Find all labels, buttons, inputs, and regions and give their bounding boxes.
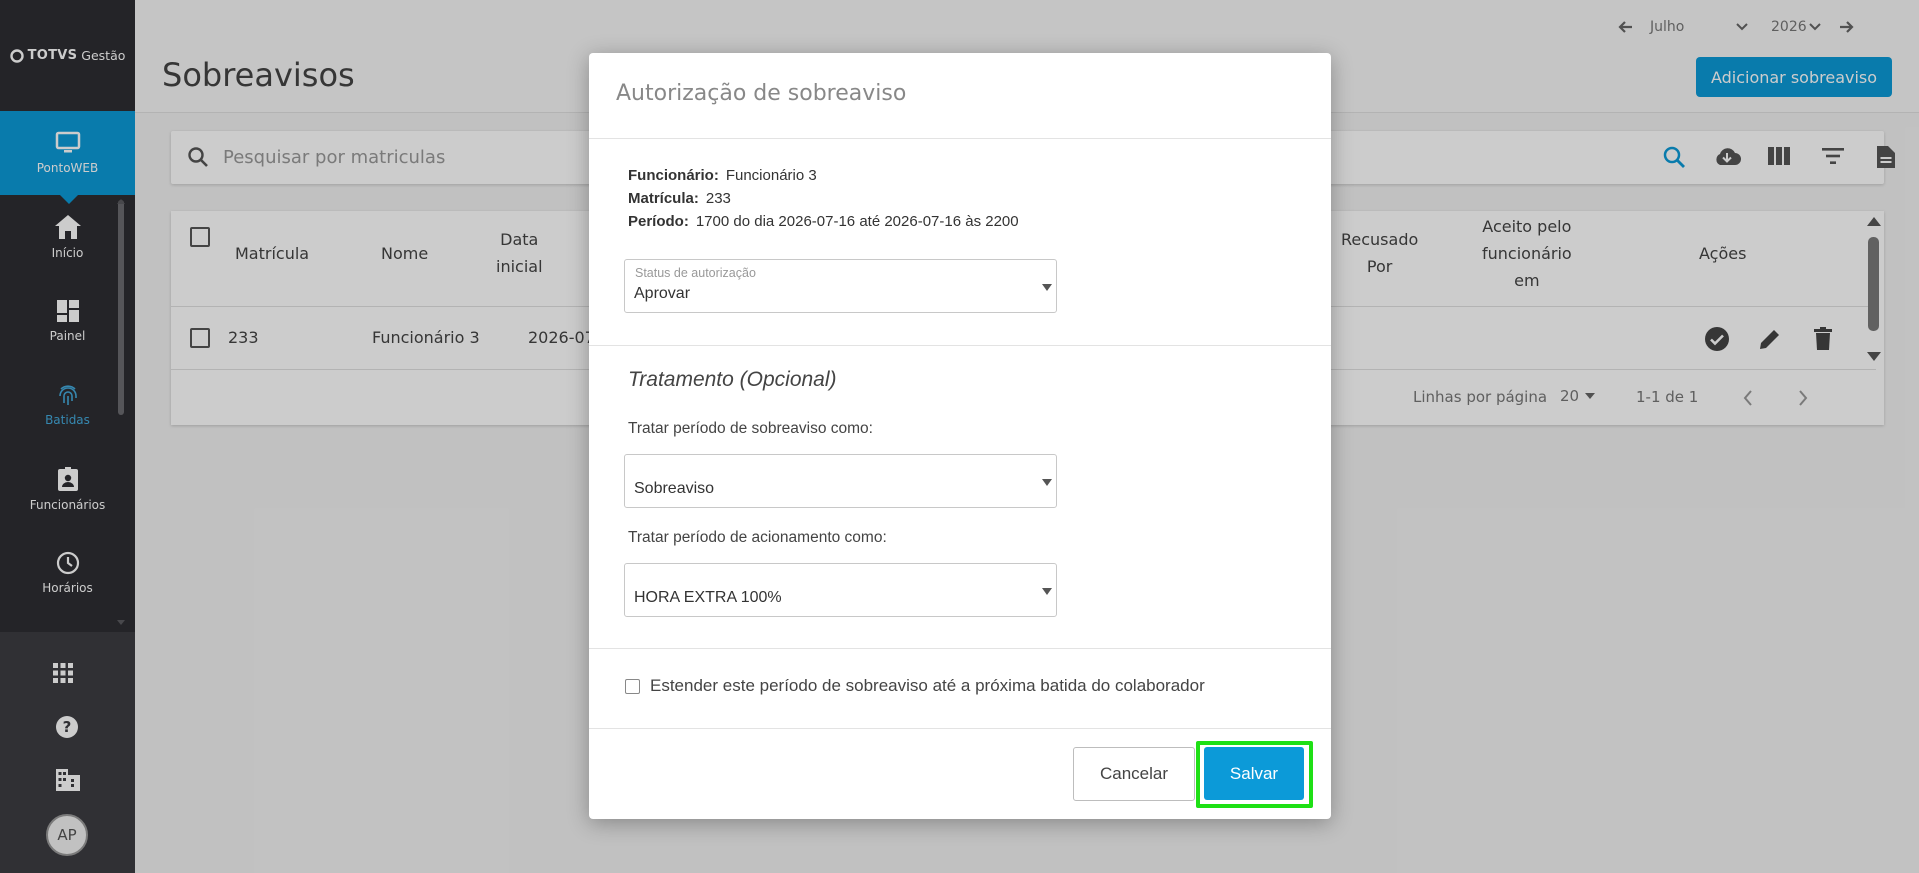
extend-period-checkbox[interactable] [625, 679, 640, 694]
status-select-label: Status de autorização [635, 266, 756, 280]
periodo-info: Período: 1700 do dia 2026-07-16 até 2026-… [628, 213, 1019, 230]
cancel-button[interactable]: Cancelar [1073, 747, 1195, 801]
funcionario-info: Funcionário: Funcionário 3 [628, 167, 817, 184]
treatment-heading: Tratamento (Opcional) [628, 368, 837, 391]
dropdown-arrow-icon [1042, 479, 1052, 486]
acionamento-treatment-label: Tratar período de acionamento como: [628, 529, 887, 546]
authorization-dialog: Autorização de sobreaviso Funcionário: Fu… [589, 53, 1331, 819]
dropdown-arrow-icon [1042, 284, 1052, 291]
status-select[interactable]: Status de autorização Aprovar [624, 259, 1057, 313]
save-button[interactable]: Salvar [1204, 747, 1304, 800]
dropdown-arrow-icon [1042, 588, 1052, 595]
sobreaviso-treatment-select[interactable]: Sobreaviso [624, 454, 1057, 508]
divider [589, 138, 1331, 139]
extend-period-label[interactable]: Estender este período de sobreaviso até … [650, 676, 1205, 696]
status-select-value: Aprovar [634, 285, 691, 302]
acionamento-treatment-select[interactable]: HORA EXTRA 100% [624, 563, 1057, 617]
divider [589, 345, 1331, 346]
sobreaviso-treatment-label: Tratar período de sobreaviso como: [628, 420, 873, 437]
divider [589, 648, 1331, 649]
sobreaviso-treatment-value: Sobreaviso [634, 480, 715, 497]
dialog-title: Autorização de sobreaviso [616, 81, 907, 106]
matricula-info: Matrícula: 233 [628, 190, 731, 207]
acionamento-treatment-value: HORA EXTRA 100% [634, 589, 782, 606]
divider [589, 728, 1331, 729]
